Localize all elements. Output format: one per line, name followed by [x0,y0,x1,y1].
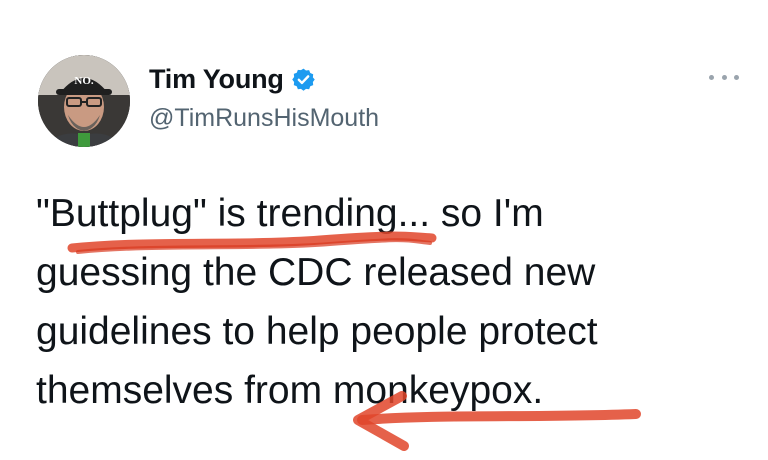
tweet-text-line: themselves from monkeypox. [36,369,544,412]
tweet-text-line: guessing the CDC released new [36,251,596,294]
tweet-card: NO. Tim Young @TimRunsHisMouth "Buttplug… [0,0,768,460]
more-dot [721,74,727,80]
more-horizontal-icon[interactable] [709,70,739,84]
more-dot [734,74,739,80]
verified-badge-icon [291,67,316,92]
author-name-row[interactable]: Tim Young [149,64,316,95]
more-dot [709,74,714,80]
tweet-text: "Buttplug" is trending... so I'm guessin… [36,184,716,420]
tweet-text-line: "Buttplug" is trending... so I'm [36,192,544,235]
hat-logo-text: NO. [74,75,94,87]
tweet-text-line: guidelines to help people protect [36,310,598,353]
display-name[interactable]: Tim Young [149,64,284,95]
author-handle[interactable]: @TimRunsHisMouth [149,104,379,133]
avatar[interactable]: NO. [38,55,130,147]
